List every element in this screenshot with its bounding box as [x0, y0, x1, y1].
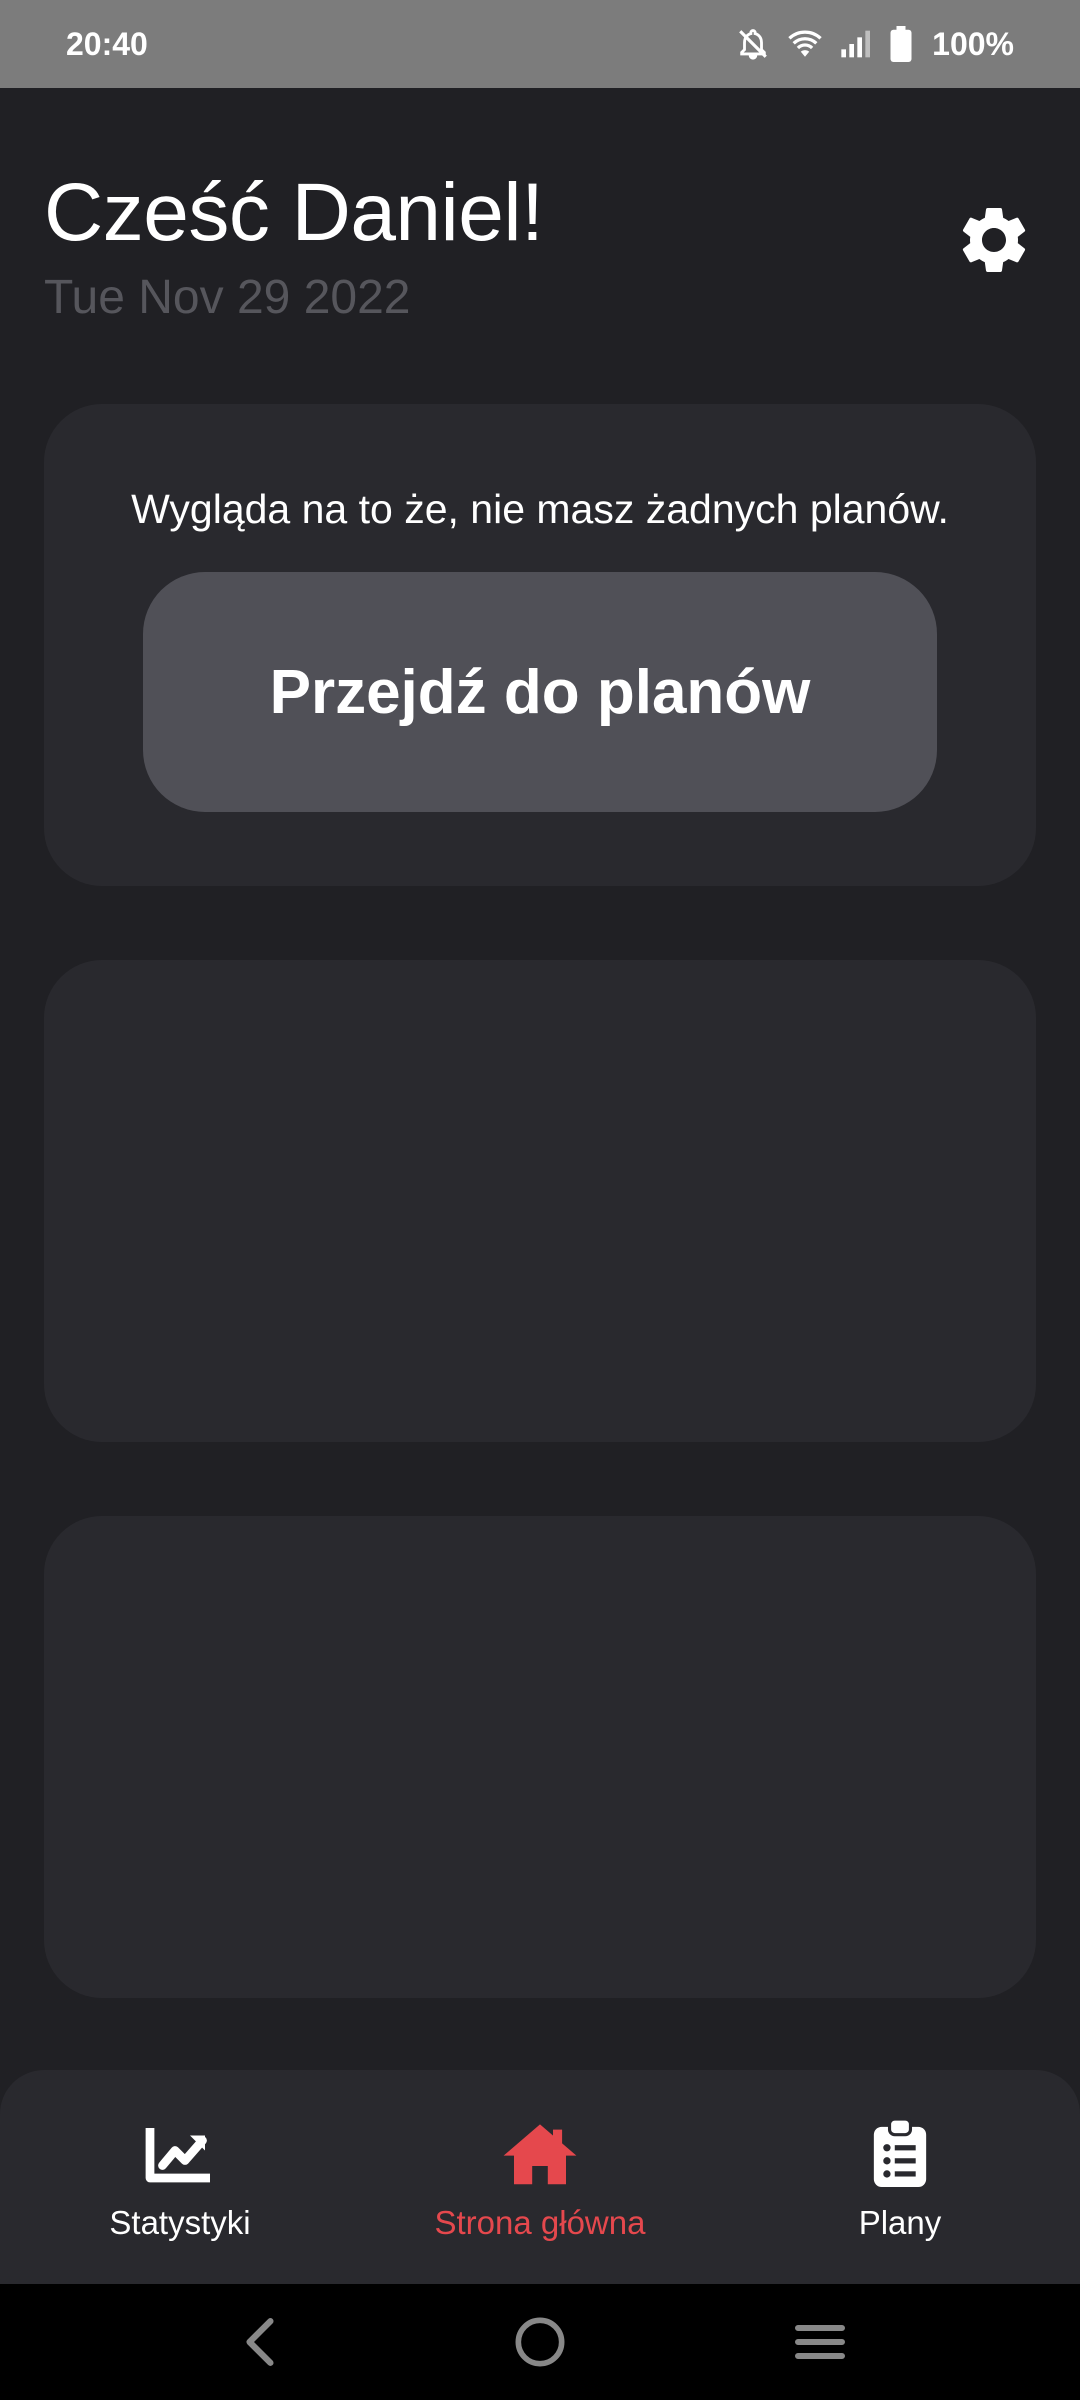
- status-time: 20:40: [66, 25, 148, 62]
- plans-card: Wygląda na to że, nie masz żadnych planó…: [44, 404, 1036, 886]
- nav-item-statistics[interactable]: Statystyki: [0, 2070, 360, 2284]
- signal-icon: [840, 29, 872, 59]
- system-navigation-bar: [0, 2284, 1080, 2400]
- menu-icon[interactable]: [780, 2302, 860, 2382]
- nav-label-statistics: Statystyki: [109, 2204, 251, 2241]
- no-plans-message: Wygląda na to że, nie masz żadnych planó…: [131, 486, 949, 532]
- home-circle-icon[interactable]: [500, 2302, 580, 2382]
- nav-label-home: Strona główna: [434, 2204, 646, 2241]
- current-date: Tue Nov 29 2022: [44, 271, 411, 324]
- battery-percent: 100%: [932, 25, 1014, 62]
- clipboard-list-icon: [873, 2118, 927, 2188]
- home-screen: 20:40 100% Cześć Daniel! Tue Nov 29 2022…: [0, 0, 1080, 2400]
- wifi-icon: [788, 29, 822, 59]
- nav-item-home[interactable]: Strona główna: [360, 2070, 720, 2284]
- nav-item-plans[interactable]: Plany: [720, 2070, 1080, 2284]
- settings-button[interactable]: [952, 198, 1036, 282]
- status-icons: 100%: [736, 26, 1014, 63]
- back-icon[interactable]: [220, 2302, 300, 2382]
- greeting-title: Cześć Daniel!: [44, 167, 544, 258]
- go-to-plans-button[interactable]: Przejdź do planów: [143, 572, 937, 812]
- battery-icon: [890, 26, 912, 62]
- bell-off-icon: [736, 26, 770, 62]
- bottom-navigation: Statystyki Strona główna Plany: [0, 2070, 1080, 2284]
- home-icon: [501, 2118, 579, 2188]
- empty-card: [44, 1516, 1036, 1998]
- empty-card: [44, 960, 1036, 1442]
- status-bar: 20:40 100%: [0, 0, 1080, 88]
- nav-label-plans: Plany: [858, 2204, 942, 2241]
- chart-icon: [145, 2118, 215, 2188]
- gear-icon: [962, 207, 1026, 272]
